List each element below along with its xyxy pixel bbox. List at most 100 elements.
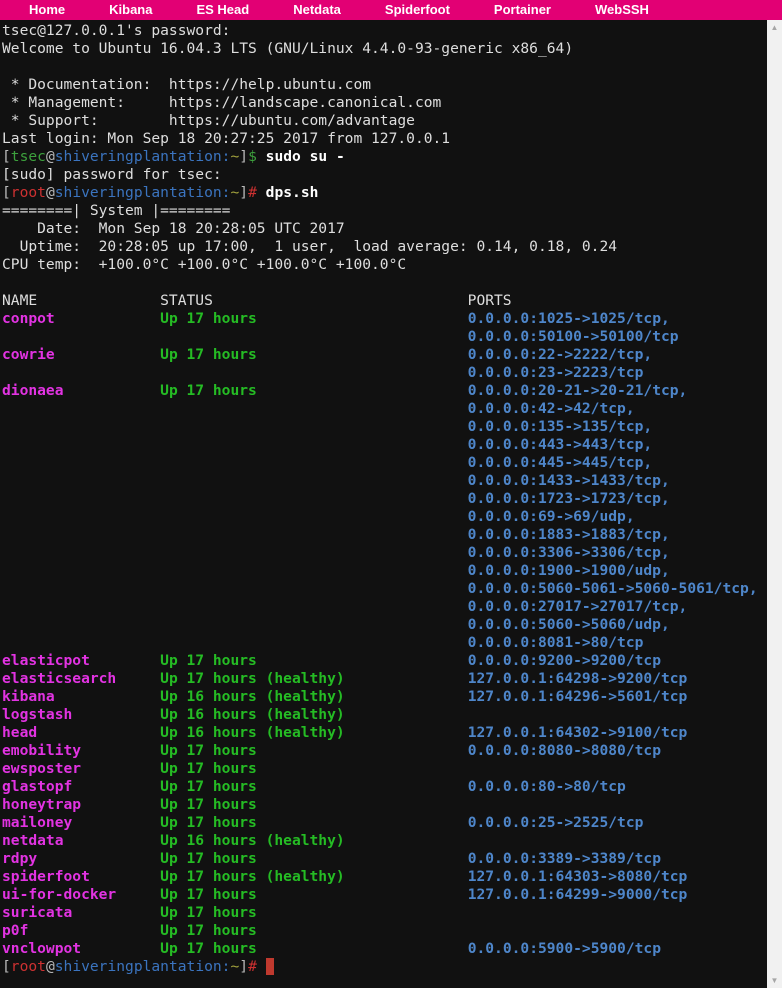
terminal-output[interactable]: tsec@127.0.0.1's password:Welcome to Ubu… (0, 20, 767, 988)
terminal-line: Uptime: 20:28:05 up 17:00, 1 user, load … (2, 238, 767, 256)
terminal-text (2, 400, 468, 417)
service-row-elasticsearch: elasticsearch Up 17 hours (healthy) 127.… (2, 670, 767, 688)
terminal-text: tsec (11, 148, 46, 165)
terminal-text: $ (248, 148, 257, 165)
terminal-text: * Documentation: https://help.ubuntu.com (2, 76, 371, 93)
terminal-text: @ (46, 148, 55, 165)
service-row-rdpy: rdpy Up 17 hours 0.0.0.0:3389->3389/tcp (2, 850, 767, 868)
terminal-text: dps.sh (266, 184, 319, 201)
service-row-honeytrap: honeytrap Up 17 hours (2, 796, 767, 814)
service-port: 0.0.0.0:8080->8080/tcp (468, 742, 661, 759)
terminal-text: Uptime: 20:28:05 up 17:00, 1 user, load … (2, 238, 617, 255)
terminal-text: Last login: Mon Sep 18 20:27:25 2017 fro… (2, 130, 450, 147)
service-status: Up 17 hours (160, 940, 468, 957)
nav-item-netdata[interactable]: Netdata (271, 0, 363, 20)
nav-item-home[interactable]: Home (7, 0, 87, 20)
service-row-kibana: kibana Up 16 hours (healthy) 127.0.0.1:6… (2, 688, 767, 706)
service-port: 0.0.0.0:1883->1883/tcp, (468, 526, 670, 543)
terminal-text: ] (239, 958, 248, 975)
service-status: Up 17 hours (160, 904, 468, 921)
service-port: 0.0.0.0:3389->3389/tcp (468, 850, 661, 867)
terminal-text: # (248, 958, 257, 975)
terminal-text (2, 364, 468, 381)
service-port: 127.0.0.1:64303->8080/tcp (468, 868, 688, 885)
service-status: Up 17 hours (160, 796, 468, 813)
scroll-down-icon[interactable]: ▼ (767, 973, 782, 988)
service-name: spiderfoot (2, 868, 160, 885)
service-name: elasticsearch (2, 670, 160, 687)
terminal-text: sudo su - (266, 148, 345, 165)
nav-item-spiderfoot[interactable]: Spiderfoot (363, 0, 472, 20)
service-name: rdpy (2, 850, 160, 867)
service-port: 0.0.0.0:25->2525/tcp (468, 814, 644, 831)
service-row-spiderfoot: spiderfoot Up 17 hours (healthy) 127.0.0… (2, 868, 767, 886)
service-status: Up 17 hours (160, 814, 468, 831)
nav-item-webssh[interactable]: WebSSH (573, 0, 671, 20)
terminal-text: CPU temp: +100.0°C +100.0°C +100.0°C +10… (2, 256, 406, 273)
service-name: dionaea (2, 382, 160, 399)
service-port: 0.0.0.0:22->2222/tcp, (468, 346, 653, 363)
service-name: ewsposter (2, 760, 160, 777)
terminal-text (2, 562, 468, 579)
service-name: honeytrap (2, 796, 160, 813)
service-status: Up 17 hours (160, 346, 468, 363)
service-row-suricata: suricata Up 17 hours (2, 904, 767, 922)
service-row-dionaea: dionaea Up 17 hours 0.0.0.0:20-21->20-21… (2, 382, 767, 400)
service-status: Up 17 hours (160, 922, 468, 939)
service-port-row-dionaea: 0.0.0.0:1883->1883/tcp, (2, 526, 767, 544)
service-port-row-dionaea: 0.0.0.0:1900->1900/udp, (2, 562, 767, 580)
terminal-line: CPU temp: +100.0°C +100.0°C +100.0°C +10… (2, 256, 767, 274)
service-port: 127.0.0.1:64298->9200/tcp (468, 670, 688, 687)
terminal-text: ========| System |======== (2, 202, 230, 219)
service-port-row-dionaea: 0.0.0.0:135->135/tcp, (2, 418, 767, 436)
service-port: 0.0.0.0:1433->1433/tcp, (468, 472, 670, 489)
service-status: Up 17 hours (healthy) (160, 670, 468, 687)
service-row-glastopf: glastopf Up 17 hours 0.0.0.0:80->80/tcp (2, 778, 767, 796)
terminal-line (2, 58, 767, 76)
top-nav: HomeKibanaES HeadNetdataSpiderfootPortai… (0, 0, 782, 20)
scrollbar[interactable]: ▲ ▼ (767, 20, 782, 988)
terminal-text: [sudo] password for tsec: (2, 166, 222, 183)
service-port: 0.0.0.0:5060-5061->5060-5061/tcp, (468, 580, 758, 597)
service-status: Up 17 hours (160, 760, 468, 777)
terminal-text (2, 58, 11, 75)
service-port: 0.0.0.0:5900->5900/tcp (468, 940, 661, 957)
terminal-text: shiveringplantation: (55, 958, 231, 975)
service-status: Up 17 hours (160, 850, 468, 867)
terminal-text (2, 490, 468, 507)
terminal-text (2, 616, 468, 633)
service-status: Up 17 hours (160, 886, 468, 903)
service-row-logstash: logstash Up 16 hours (healthy) (2, 706, 767, 724)
terminal-text: [ (2, 184, 11, 201)
terminal-text: ] (239, 184, 248, 201)
terminal-text: root (11, 958, 46, 975)
terminal-text (2, 526, 468, 543)
terminal-text: ~ (230, 148, 239, 165)
terminal-text: [ (2, 958, 11, 975)
service-row-mailoney: mailoney Up 17 hours 0.0.0.0:25->2525/tc… (2, 814, 767, 832)
terminal-text (2, 508, 468, 525)
terminal-line: [root@shiveringplantation:~]# dps.sh (2, 184, 767, 202)
service-status: Up 16 hours (healthy) (160, 832, 468, 849)
service-row-ui-for-docker: ui-for-docker Up 17 hours 127.0.0.1:6429… (2, 886, 767, 904)
terminal-text: Date: Mon Sep 18 20:28:05 UTC 2017 (2, 220, 345, 237)
scroll-up-icon[interactable]: ▲ (767, 20, 782, 35)
service-port-row-dionaea: 0.0.0.0:42->42/tcp, (2, 400, 767, 418)
terminal-text: # (248, 184, 257, 201)
nav-item-portainer[interactable]: Portainer (472, 0, 573, 20)
service-port-row-cowrie: 0.0.0.0:23->2223/tcp (2, 364, 767, 382)
terminal-text (2, 454, 468, 471)
service-port: 0.0.0.0:3306->3306/tcp, (468, 544, 670, 561)
terminal-cursor[interactable] (266, 958, 275, 975)
service-name: emobility (2, 742, 160, 759)
nav-item-es-head[interactable]: ES Head (174, 0, 271, 20)
nav-item-kibana[interactable]: Kibana (87, 0, 174, 20)
terminal-line: tsec@127.0.0.1's password: (2, 22, 767, 40)
service-row-ewsposter: ewsposter Up 17 hours (2, 760, 767, 778)
service-port-row-dionaea: 0.0.0.0:27017->27017/tcp, (2, 598, 767, 616)
service-row-vnclowpot: vnclowpot Up 17 hours 0.0.0.0:5900->5900… (2, 940, 767, 958)
service-port-row-conpot: 0.0.0.0:50100->50100/tcp (2, 328, 767, 346)
terminal-text: @ (46, 184, 55, 201)
service-row-p0f: p0f Up 17 hours (2, 922, 767, 940)
service-port: 0.0.0.0:20-21->20-21/tcp, (468, 382, 688, 399)
